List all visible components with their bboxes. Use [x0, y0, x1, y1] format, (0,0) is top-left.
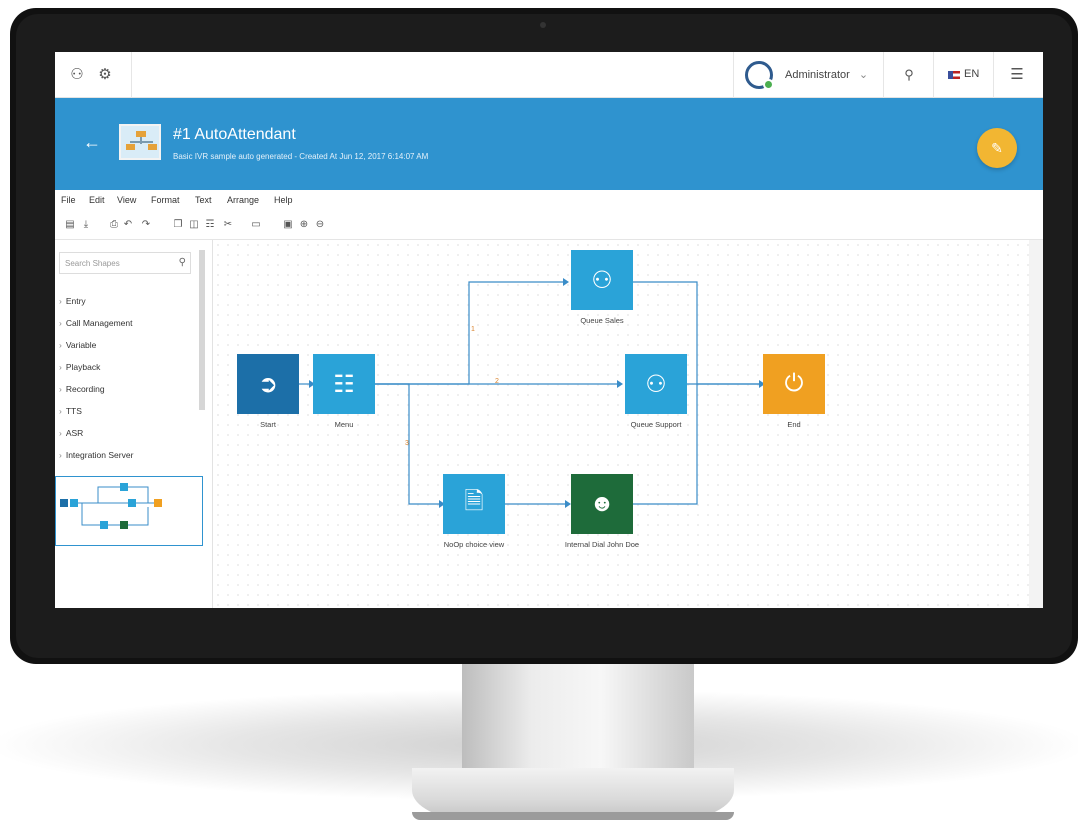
divider [933, 52, 934, 98]
users-icon: ⚇ [591, 266, 613, 294]
diagram-outline-minimap[interactable] [55, 476, 203, 546]
search-shapes-input[interactable]: Search Shapes ⚲ [59, 252, 191, 274]
user-name: Administrator [785, 69, 850, 81]
user-menu[interactable]: Administrator ⌄ [785, 68, 868, 81]
online-status-dot [763, 79, 774, 90]
toolbar: ▤ ⤓ ⎙ ↶ ↷ ❐ ◫ ☶ ✂ ▭ ▣ ⊕ ⊖ [55, 212, 1043, 240]
menu-file[interactable]: File [61, 195, 76, 205]
undo-icon[interactable]: ↶ [121, 218, 135, 232]
node-queue-support[interactable]: ⚇ [625, 354, 687, 414]
trash-icon[interactable]: ✂ [221, 218, 235, 232]
monitor-photo: ⚇ ⚙ Administrator ⌄ ⚲ EN ☰ ← #1 AutoAtte… [0, 0, 1078, 825]
clipboard-icon[interactable]: ☶ [203, 218, 217, 232]
us-flag-icon [948, 71, 960, 79]
edit-icon: ✎ [991, 140, 1003, 156]
divider [993, 52, 994, 98]
user-icon: ☻ [589, 490, 615, 517]
node-queue-sales-label: Queue Sales [580, 316, 624, 325]
node-menu-label: Menu [334, 420, 354, 429]
edge-label-2: 2 [495, 378, 499, 385]
chevron-down-icon: ⌄ [858, 69, 869, 81]
flow-thumbnail-icon [119, 124, 161, 160]
print-icon[interactable]: ⎙ [107, 218, 121, 232]
exit-icon: ➲ [257, 370, 279, 398]
menu-help[interactable]: Help [274, 195, 293, 205]
menu-view[interactable]: View [117, 195, 136, 205]
document-icon: 🗎 [464, 487, 484, 515]
save-icon[interactable]: ▤ [63, 218, 77, 232]
node-queue-sales[interactable]: ⚇ [571, 250, 633, 310]
category-recording[interactable]: Recording [59, 384, 105, 394]
node-internal-dial-label: Internal Dial John Doe [564, 540, 640, 549]
edge-label-1: 1 [471, 326, 475, 333]
fit-page-icon[interactable]: ▭ [249, 218, 263, 232]
node-noop-label: NoOp choice view [443, 540, 505, 549]
divider [883, 52, 884, 98]
page-subtitle: Basic IVR sample auto generated - Create… [173, 152, 429, 161]
monitor-stand-neck [462, 662, 694, 774]
gear-icon[interactable]: ⚙ [95, 65, 115, 85]
menu-arrange[interactable]: Arrange [227, 195, 259, 205]
canvas-scrollbar[interactable] [1029, 240, 1043, 608]
webcam [540, 22, 546, 28]
zoom-out-icon[interactable]: ⊖ [313, 218, 327, 232]
shapes-sidebar: Search Shapes ⚲ Entry Call Management Va… [55, 240, 213, 608]
page-header: ← #1 AutoAttendant Basic IVR sample auto… [55, 98, 1043, 190]
diagram-canvas[interactable]: ➲ Start ☷ Menu ⚇ Queue Sales ⚇ Queue Sup… [213, 240, 1029, 608]
download-icon[interactable]: ⤓ [79, 218, 93, 232]
edit-fab-button[interactable]: ✎ [977, 128, 1017, 168]
fit-window-icon[interactable]: ▣ [281, 218, 295, 232]
node-internal-dial[interactable]: ☻ [571, 474, 633, 534]
power-icon: ⏻ [784, 370, 804, 397]
node-end[interactable]: ⏻ [763, 354, 825, 414]
language-selector[interactable]: EN [964, 68, 979, 80]
users-icon: ⚇ [645, 370, 667, 398]
node-queue-support-label: Queue Support [630, 420, 682, 429]
sitemap-icon: ☷ [333, 370, 355, 398]
node-start[interactable]: ➲ [237, 354, 299, 414]
search-icon: ⚲ [178, 257, 186, 268]
menu-bar: File Edit View Format Text Arrange Help [55, 190, 1043, 212]
paste-icon[interactable]: ◫ [187, 218, 201, 232]
copy-icon[interactable]: ❐ [171, 218, 185, 232]
redo-icon[interactable]: ↷ [139, 218, 153, 232]
menu-format[interactable]: Format [151, 195, 180, 205]
menu-text[interactable]: Text [195, 195, 212, 205]
back-arrow-icon[interactable]: ← [83, 132, 101, 152]
category-playback[interactable]: Playback [59, 362, 101, 372]
menu-edit[interactable]: Edit [89, 195, 105, 205]
divider [733, 52, 734, 98]
category-integration-server[interactable]: Integration Server [59, 450, 134, 460]
page-title: #1 AutoAttendant [173, 126, 296, 143]
category-asr[interactable]: ASR [59, 428, 83, 438]
zoom-in-icon[interactable]: ⊕ [297, 218, 311, 232]
monitor-stand-edge [412, 812, 734, 820]
category-entry[interactable]: Entry [59, 296, 86, 306]
divider [131, 52, 132, 98]
category-variable[interactable]: Variable [59, 340, 97, 350]
list-menu-icon[interactable]: ☰ [1007, 65, 1027, 85]
node-menu[interactable]: ☷ [313, 354, 375, 414]
sidebar-scrollbar[interactable] [199, 250, 205, 410]
node-noop[interactable]: 🗎 [443, 474, 505, 534]
node-end-label: End [787, 420, 801, 429]
search-placeholder: Search Shapes [65, 259, 120, 268]
category-call-management[interactable]: Call Management [59, 318, 133, 328]
category-tts[interactable]: TTS [59, 406, 82, 416]
edge-label-3: 3 [405, 440, 409, 447]
top-bar: ⚇ ⚙ Administrator ⌄ ⚲ EN ☰ [55, 52, 1043, 98]
minimap-preview [60, 483, 162, 529]
users-icon[interactable]: ⚇ [67, 65, 87, 85]
search-icon[interactable]: ⚲ [899, 65, 919, 85]
app-screen: ⚇ ⚙ Administrator ⌄ ⚲ EN ☰ ← #1 AutoAtte… [55, 52, 1043, 608]
